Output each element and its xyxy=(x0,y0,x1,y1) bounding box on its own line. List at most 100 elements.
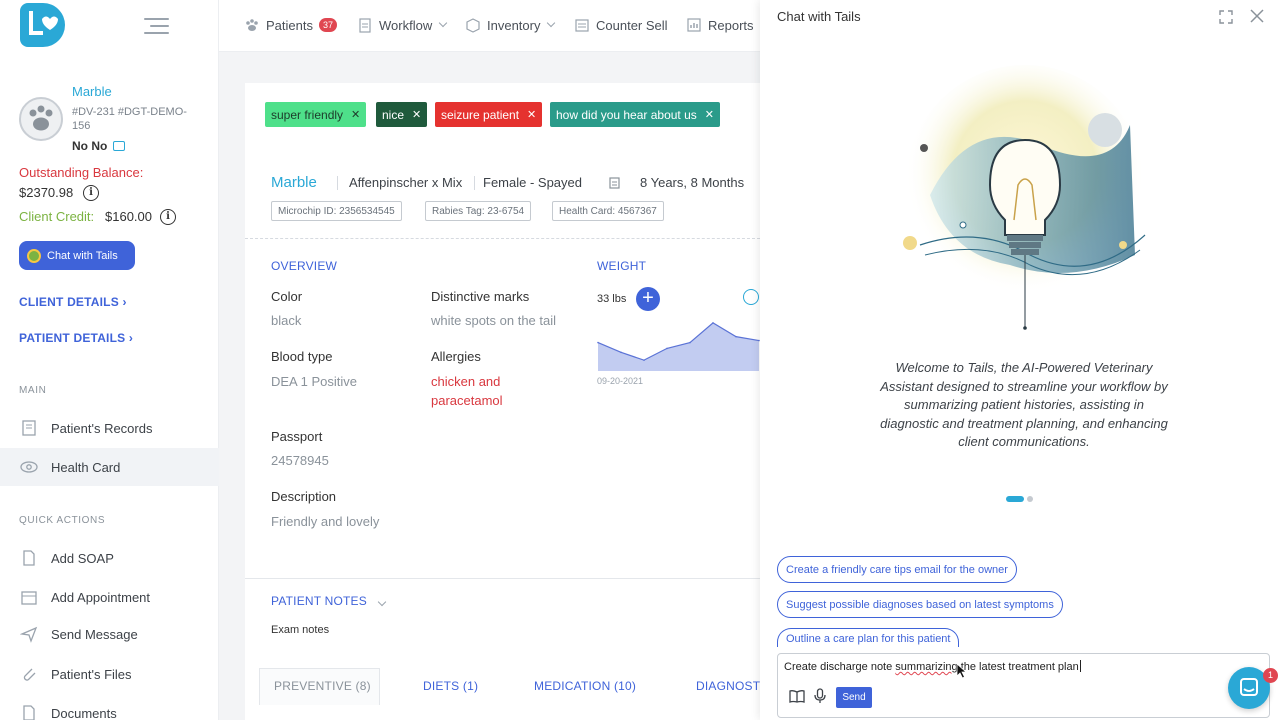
nav-counter-sell[interactable]: Counter Sell xyxy=(574,17,668,33)
allergies-value: chicken and paracetamol xyxy=(431,374,503,408)
sidebar-item-documents[interactable]: Documents xyxy=(0,694,219,720)
sidebar-item-add-appointment[interactable]: Add Appointment xyxy=(0,578,219,616)
chat-with-tails-label: Chat with Tails xyxy=(47,249,118,262)
patient-age: 8 Years, 8 Months xyxy=(640,175,745,190)
patient-name-link[interactable]: Marble xyxy=(72,84,112,99)
tag-remove-icon[interactable]: ✕ xyxy=(705,108,714,121)
weight-point-1 xyxy=(620,351,622,354)
chevron-right-icon: › xyxy=(128,331,134,345)
message-icon[interactable] xyxy=(113,141,126,151)
note-icon[interactable] xyxy=(609,177,620,189)
carousel-dot[interactable] xyxy=(1027,496,1033,502)
exam-notes-label: Exam notes xyxy=(271,624,330,636)
sidebar-item-label: Add Appointment xyxy=(51,589,151,605)
chat-input[interactable]: Create discharge note summarizing the la… xyxy=(777,653,1270,718)
close-icon[interactable] xyxy=(1250,9,1264,23)
divider xyxy=(245,238,760,239)
tag-label: nice xyxy=(382,107,405,122)
tag-label: super friendly xyxy=(271,107,344,122)
sidebar-item-health-card[interactable]: Health Card xyxy=(0,448,219,486)
sidebar-item-add-soap[interactable]: Add SOAP xyxy=(0,539,219,577)
weight-area xyxy=(598,322,759,371)
tab-diets[interactable]: DIETS (1) xyxy=(423,679,478,693)
sidebar-item-send-message[interactable]: Send Message xyxy=(0,615,219,653)
chat-input-part: the latest treatment plan xyxy=(957,661,1079,673)
nav-patients-label: Patients xyxy=(266,17,313,33)
carousel-dot-active[interactable] xyxy=(1006,496,1024,502)
paw-icon xyxy=(246,19,258,31)
sidebar-item-label: Patient's Records xyxy=(51,420,153,436)
owner-name[interactable]: No No xyxy=(72,139,126,153)
color-label: Color xyxy=(271,289,303,304)
rabies-tag-chip: Rabies Tag: 23-6754 xyxy=(425,201,532,221)
register-icon xyxy=(575,19,589,32)
outstanding-balance-value: $2370.98 xyxy=(19,185,74,200)
suggestion-care-plan[interactable]: Outline a care plan for this patient xyxy=(777,628,960,647)
description-label: Description xyxy=(271,489,337,504)
sidebar-item-patients-records[interactable]: Patient's Records xyxy=(0,409,219,447)
tag-super-friendly: super friendly ✕ xyxy=(265,102,367,127)
tag-how-did-you-hear: how did you hear about us ✕ xyxy=(550,102,720,127)
tab-preventive[interactable]: PREVENTIVE (8) xyxy=(259,668,380,705)
records-icon xyxy=(22,420,36,436)
mouse-cursor-icon xyxy=(956,663,968,679)
box-icon xyxy=(466,18,480,33)
tag-label: seizure patient xyxy=(441,107,520,122)
weight-heading: WEIGHT xyxy=(597,259,647,273)
client-details-link[interactable]: CLIENT DETAILS › xyxy=(19,295,127,309)
sidebar-item-label: Health Card xyxy=(51,459,121,475)
suggestion-possible-diagnoses[interactable]: Suggest possible diagnoses based on late… xyxy=(777,591,1063,618)
menu-toggle-icon[interactable] xyxy=(144,18,169,34)
nav-inventory-label: Inventory xyxy=(487,17,541,33)
balance-info-icon[interactable]: i xyxy=(83,185,99,201)
tag-nice: nice ✕ xyxy=(376,102,428,127)
microphone-icon[interactable] xyxy=(814,688,826,704)
description-value: Friendly and lovely xyxy=(271,514,380,529)
book-icon[interactable] xyxy=(789,689,805,703)
misspelled-word: summarizing xyxy=(895,661,958,673)
chat-input-part: Create discharge note xyxy=(784,661,896,673)
tag-remove-icon[interactable]: ✕ xyxy=(412,108,421,121)
suggestion-care-tips-email[interactable]: Create a friendly care tips email for th… xyxy=(777,556,1017,583)
report-icon xyxy=(687,18,701,32)
sidebar-item-label: Patient's Files xyxy=(51,666,132,682)
sidebar-item-label: Documents xyxy=(51,705,117,720)
send-button[interactable]: Send xyxy=(836,687,872,708)
patient-notes-toggle[interactable]: PATIENT NOTES xyxy=(271,594,387,608)
add-weight-button[interactable]: + xyxy=(636,287,660,311)
patient-details-link[interactable]: PATIENT DETAILS › xyxy=(19,331,133,345)
nav-patients[interactable]: Patients 37 xyxy=(244,17,337,33)
weight-point-2 xyxy=(643,359,645,361)
chat-with-tails-button[interactable]: Chat with Tails xyxy=(19,241,135,270)
patient-sex: Female - Spayed xyxy=(483,175,582,190)
chevron-down-icon xyxy=(377,597,387,607)
chat-panel: Chat with Tails Welcome to Tails, the AI… xyxy=(760,0,1280,720)
text-caret xyxy=(1079,660,1081,672)
patient-ids: #DV-231 #DGT-DEMO-156 xyxy=(72,106,187,132)
allergies-label: Allergies xyxy=(431,349,481,364)
chat-input-text[interactable]: Create discharge note summarizing the la… xyxy=(784,660,1081,673)
patient-notes-heading: PATIENT NOTES xyxy=(271,594,367,608)
client-credit-value: $160.00 xyxy=(105,209,152,224)
weight-toggle-icon[interactable] xyxy=(743,289,759,305)
sidebar-item-patients-files[interactable]: Patient's Files xyxy=(0,655,219,693)
microchip-chip: Microchip ID: 2356534545 xyxy=(271,201,402,221)
carousel-dots xyxy=(1006,496,1033,502)
client-credit-label: Client Credit: xyxy=(19,209,95,224)
tag-remove-icon[interactable]: ✕ xyxy=(351,108,360,121)
weight-point-3 xyxy=(666,347,668,350)
expand-icon[interactable] xyxy=(1219,10,1233,24)
main-heading: MAIN xyxy=(19,385,47,396)
app-logo[interactable] xyxy=(20,3,65,47)
nav-workflow[interactable]: Workflow xyxy=(357,17,448,33)
credit-info-icon[interactable]: i xyxy=(160,209,176,225)
tag-remove-icon[interactable]: ✕ xyxy=(527,108,536,121)
nav-inventory[interactable]: Inventory xyxy=(465,17,556,33)
weight-point-6 xyxy=(735,335,737,338)
tab-diagnostics[interactable]: DIAGNOST xyxy=(696,679,760,693)
nav-reports[interactable]: Reports xyxy=(686,17,754,33)
tab-medication[interactable]: MEDICATION (10) xyxy=(534,679,636,693)
document-add-icon xyxy=(23,550,35,566)
eye-icon xyxy=(20,461,38,473)
tag-seizure-patient: seizure patient ✕ xyxy=(435,102,543,127)
